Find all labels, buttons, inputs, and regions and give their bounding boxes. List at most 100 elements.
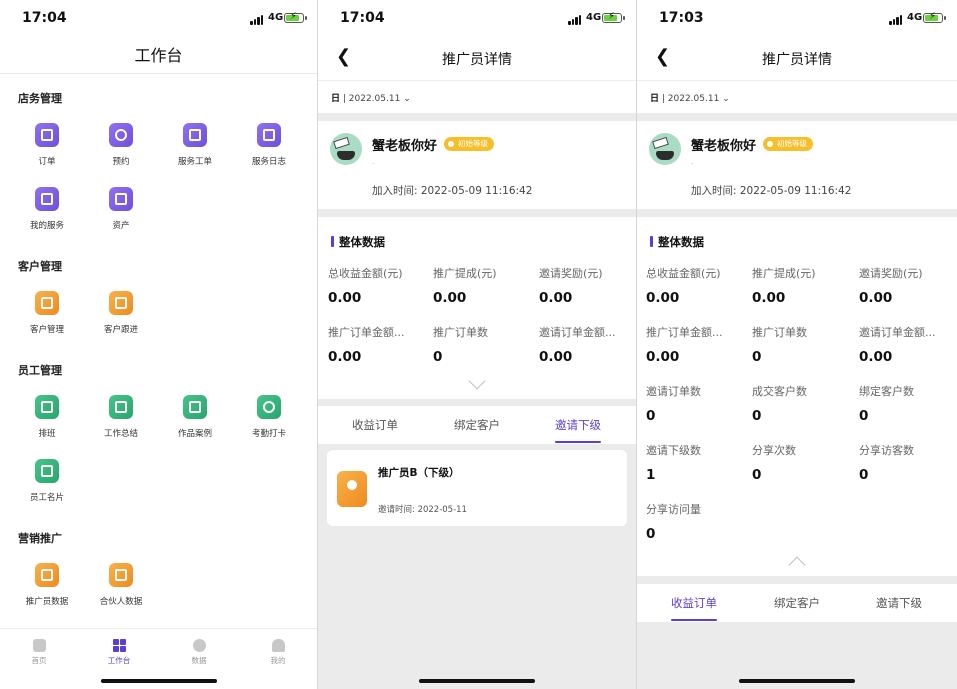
- grid-item[interactable]: 考勤打卡: [238, 395, 300, 439]
- tab-earnings-orders[interactable]: 收益订单: [641, 595, 747, 621]
- stat-label: 绑定客户数: [859, 385, 914, 398]
- calendar-icon: [35, 395, 59, 419]
- nav-bar: ❮ 推广员详情: [637, 36, 957, 80]
- grid-item[interactable]: 客户跟进: [90, 291, 152, 335]
- stat-label: 推广订单金额...: [646, 326, 723, 339]
- section-title: 客户管理: [18, 260, 62, 273]
- clock-in-icon: [257, 395, 281, 419]
- grid-item-label: 工作总结: [103, 429, 138, 439]
- section-title: 营销推广: [18, 532, 62, 545]
- grid-item[interactable]: 工作总结: [90, 395, 152, 439]
- grid-icon: [112, 639, 126, 652]
- wallet-icon: [109, 187, 133, 211]
- date-unit: 日: [331, 94, 341, 104]
- section-title: 整体数据: [650, 234, 704, 250]
- page-title: 推广员详情: [762, 52, 832, 68]
- stat-value: 0: [752, 467, 762, 483]
- stat-value: 0.00: [433, 290, 467, 306]
- grid-item[interactable]: 推广员数据: [16, 563, 78, 607]
- network-label: 4G: [586, 12, 602, 23]
- grid-item-label: 服务日志: [251, 157, 286, 167]
- stat-label: 总收益金额(元): [646, 267, 721, 280]
- tab-mine-label: 我的: [270, 656, 286, 665]
- grid-item[interactable]: 预约: [90, 123, 152, 167]
- grid-item[interactable]: 合伙人数据: [90, 563, 152, 607]
- tab-data[interactable]: 数据: [179, 639, 219, 666]
- status-time: 17:04: [22, 10, 67, 26]
- stat-label: 邀请下级数: [646, 444, 701, 457]
- grid-item[interactable]: 订单: [16, 123, 78, 167]
- stat-label: 推广订单金额...: [328, 326, 405, 339]
- stat-value: 0: [433, 349, 443, 365]
- grid-item[interactable]: 我的服务: [16, 187, 78, 231]
- grid-item-label: 作品案例: [177, 429, 212, 439]
- user-name: 蟹老板你好: [691, 139, 757, 154]
- overall-data-section: 整体数据 总收益金额(元) 0.00 推广提成(元) 0.00 邀请奖励(元) 0.00 推…: [318, 217, 636, 399]
- grid-item[interactable]: 客户管理: [16, 291, 78, 335]
- join-time: 加入时间: 2022-05-09 11:16:42: [691, 185, 852, 197]
- home-icon: [32, 639, 46, 652]
- chevron-down-icon: ⌄: [722, 94, 730, 104]
- tab-invited-subordinates[interactable]: 邀请下级: [846, 595, 952, 611]
- collapse-chevron-icon[interactable]: [788, 556, 806, 574]
- chevron-down-icon: ⌄: [403, 94, 411, 104]
- tab-bound-customers[interactable]: 绑定客户: [744, 595, 850, 611]
- stat-value: 0.00: [539, 290, 573, 306]
- overall-data-section: 整体数据 总收益金额(元) 0.00 推广提成(元) 0.00 邀请奖励(元) 0.00 推…: [637, 217, 957, 576]
- stat-value: 0.00: [328, 290, 362, 306]
- tab-bound-customers[interactable]: 绑定客户: [424, 417, 530, 433]
- date-selector[interactable]: 日 | 2022.05.11 ⌄: [637, 80, 957, 113]
- stat-value: 0: [859, 408, 869, 424]
- grid-item[interactable]: 员工名片: [16, 459, 78, 503]
- stat-value: 0.00: [859, 349, 893, 365]
- grid-item[interactable]: 资产: [90, 187, 152, 231]
- network-label: 4G: [907, 12, 923, 23]
- tab-workbench[interactable]: 工作台: [99, 639, 139, 666]
- status-bar: 17:04 4G ⚡: [318, 0, 636, 36]
- stat-label: 邀请奖励(元): [859, 267, 923, 280]
- tab-earnings-orders[interactable]: 收益订单: [322, 417, 428, 433]
- promoter-detail-expanded-screen: 17:03 4G ⚡ ❮ 推广员详情 日 | 2022.05.11 ⌄ 蟹老板你…: [637, 0, 957, 689]
- tab-home[interactable]: 首页: [19, 639, 59, 666]
- tab-invited-subordinates[interactable]: 邀请下级: [525, 417, 631, 443]
- grid-item-label: 排班: [38, 429, 56, 439]
- status-bar: 17:03 4G ⚡: [637, 0, 957, 36]
- stat-label: 分享访客数: [859, 444, 914, 457]
- section-title: 整体数据: [331, 234, 385, 250]
- stat-label: 分享访问量: [646, 503, 701, 516]
- grid-item[interactable]: 服务工单: [164, 123, 226, 167]
- page-title: 推广员详情: [442, 52, 512, 68]
- level-badge: 初始等级: [444, 137, 494, 151]
- battery-icon: ⚡: [602, 11, 625, 23]
- promoter-icon: [337, 471, 367, 507]
- stat-label: 邀请订单金额...: [539, 326, 616, 339]
- detail-tabs: 收益订单 绑定客户 邀请下级: [318, 406, 636, 444]
- tab-mine[interactable]: 我的: [258, 639, 298, 666]
- invite-time: 邀请时间: 2022-05-11: [378, 505, 467, 515]
- stat-label: 总收益金额(元): [328, 267, 403, 280]
- grid-item[interactable]: 作品案例: [164, 395, 226, 439]
- date-selector[interactable]: 日 | 2022.05.11 ⌄: [318, 80, 636, 113]
- workbench-screen: 17:04 4G ⚡ 工作台 店务管理 订单 预约 服务工单 服务日志 我的服务 资产 客户管…: [0, 0, 317, 689]
- grid-item-label: 推广员数据: [25, 597, 69, 607]
- expand-chevron-icon[interactable]: [468, 372, 486, 390]
- bottom-tab-bar: 首页 工作台 数据 我的: [0, 628, 317, 689]
- battery-icon: ⚡: [284, 11, 307, 23]
- grid-item[interactable]: 服务日志: [238, 123, 300, 167]
- promoter-icon: [35, 563, 59, 587]
- grid-item-label: 考勤打卡: [251, 429, 286, 439]
- grid-item-label: 客户跟进: [103, 325, 138, 335]
- list-item[interactable]: 推广员B（下级） 邀请时间: 2022-05-11: [327, 450, 627, 526]
- stat-label: 邀请订单金额...: [859, 326, 936, 339]
- stat-item: 推广订单数 0: [752, 324, 852, 365]
- stat-value: 1: [646, 467, 656, 483]
- section-title: 店务管理: [18, 92, 62, 105]
- stat-item: 邀请订单金额... 0.00: [539, 324, 636, 365]
- user-subtitle: .: [691, 157, 694, 166]
- stat-item: 推广订单金额... 0.00: [328, 324, 428, 365]
- order-icon: [35, 123, 59, 147]
- home-indicator: [100, 679, 217, 683]
- divider: [0, 73, 317, 74]
- grid-item[interactable]: 排班: [16, 395, 78, 439]
- edit-icon: [109, 395, 133, 419]
